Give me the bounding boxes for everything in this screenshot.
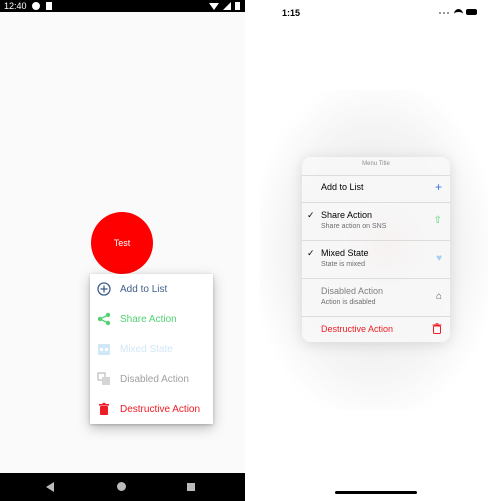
menu-item-label: Add to List [120,284,168,295]
android-context-menu: Add to List Share Action Mixed State Dis… [90,274,213,424]
home-indicator[interactable] [335,491,417,494]
status-app-icon [32,2,40,10]
menu-item-mixed-state[interactable]: ✓ Mixed State State is mixed ♥ [302,240,450,278]
plus-icon: + [434,180,442,194]
menu-item-label: Share Action [120,314,177,325]
menu-item-subtitle: State is mixed [321,261,365,268]
status-time: 12:40 [4,1,27,11]
menu-item-subtitle: Action is disabled [321,299,376,306]
copy-icon [97,372,110,385]
checkmark-icon: ✓ [307,248,315,258]
menu-item-label: Disabled Action [321,286,384,296]
calendar-icon [98,344,110,355]
plus-circle-icon [97,282,111,296]
home-icon[interactable] [117,482,126,491]
heart-icon: ♥ [436,253,442,264]
back-icon[interactable] [46,482,54,492]
menu-item-label: Destructive Action [120,404,201,415]
trash-icon [99,402,109,415]
ios-context-menu: Menu Title Add to List + ✓ Share Action … [302,157,450,342]
trash-icon [432,323,442,334]
menu-item-subtitle: Share action on SNS [321,223,387,230]
signal-icon [223,2,231,10]
menu-item-disabled-action: Disabled Action Action is disabled ⌂ [302,278,450,316]
wifi-icon [209,3,219,10]
android-screen: 12:40 Test Add to List Share Action Mixe… [0,0,245,501]
menu-item-label: Mixed State [120,344,173,355]
status-sd-icon [46,2,52,10]
menu-item-label: Disabled Action [120,374,189,385]
wifi-icon [454,9,463,19]
signal-icon [439,12,451,14]
share-icon [97,312,111,326]
menu-item-share-action[interactable]: ✓ Share Action Share action on SNS ⇧ [302,202,450,240]
menu-item-label: Add to List [321,182,364,192]
menu-item-mixed-state[interactable]: Mixed State [90,334,213,364]
menu-item-disabled-action: Disabled Action [90,364,213,394]
battery-icon [235,2,240,10]
ios-screen: 1:15 Menu Title Add to List + ✓ Share Ac… [258,0,494,501]
checkmark-icon: ✓ [307,210,315,220]
menu-item-label: Mixed State [321,248,369,258]
android-nav-bar [0,473,245,501]
menu-item-label: Share Action [321,210,373,220]
tray-icon: ⌂ [435,291,442,302]
test-button[interactable]: Test [91,212,153,274]
menu-item-label: Destructive Action [321,324,394,334]
battery-icon [466,9,477,15]
menu-title: Menu Title [362,161,390,167]
menu-item-add-to-list[interactable]: Add to List + [302,175,450,198]
recents-icon[interactable] [187,483,195,491]
menu-item-destructive-action[interactable]: Destructive Action [90,394,213,424]
share-icon: ⇧ [433,215,442,226]
test-button-label: Test [113,238,131,248]
android-status-bar: 12:40 [0,0,245,12]
status-time: 1:15 [282,8,301,18]
menu-item-add-to-list[interactable]: Add to List [90,274,213,304]
menu-item-share-action[interactable]: Share Action [90,304,213,334]
menu-item-destructive-action[interactable]: Destructive Action [302,316,450,342]
